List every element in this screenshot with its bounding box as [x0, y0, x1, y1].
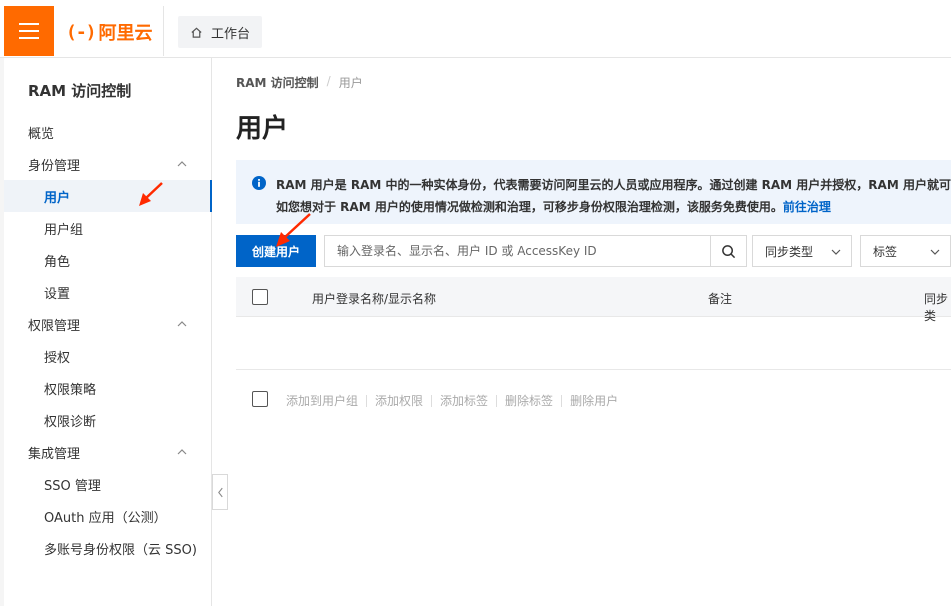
menu-line — [19, 23, 39, 25]
sidebar-collapse-handle[interactable] — [212, 474, 228, 510]
sidebar-item-overview[interactable]: 概览 — [4, 116, 211, 148]
main-content: RAM 访问控制 / 用户 用户 RAM 用户是 RAM 中的一种实体身份，代表… — [212, 58, 951, 606]
sidebar-item-permission-diagnosis[interactable]: 权限诊断 — [4, 404, 211, 436]
batch-actions: 添加到用户组 添加权限 添加标签 删除标签 删除用户 — [286, 392, 618, 409]
search-box — [324, 235, 747, 267]
search-input[interactable] — [325, 236, 711, 266]
breadcrumb-separator: / — [326, 74, 331, 88]
divider — [431, 394, 433, 407]
sidebar: RAM 访问控制 概览 身份管理 用户 用户组 角色 设置 权限管理 授权 权限… — [4, 58, 212, 606]
chevron-up-icon — [177, 321, 187, 327]
add-tag-button[interactable]: 添加标签 — [440, 392, 488, 409]
add-permission-button[interactable]: 添加权限 — [375, 392, 423, 409]
workbench-label: 工作台 — [211, 26, 251, 42]
aliyun-logo[interactable]: (-) 阿里云 — [66, 18, 153, 46]
tag-label: 标签 — [873, 244, 898, 259]
tag-select[interactable]: 标签 — [860, 235, 951, 267]
sidebar-group-permissions[interactable]: 权限管理 — [4, 308, 211, 340]
home-icon — [191, 27, 202, 38]
chevron-up-icon — [177, 161, 187, 167]
search-button[interactable] — [710, 236, 746, 266]
select-all-checkbox[interactable] — [252, 289, 268, 305]
sidebar-item-user-groups[interactable]: 用户组 — [4, 212, 211, 244]
sidebar-item-label: 集成管理 — [28, 446, 81, 462]
sidebar-item-label: 授权 — [44, 350, 71, 366]
sidebar-item-label: 身份管理 — [28, 158, 81, 174]
sidebar-item-users[interactable]: 用户 — [4, 180, 212, 212]
hamburger-menu-button[interactable] — [4, 6, 54, 56]
chevron-down-icon — [930, 249, 940, 255]
breadcrumb-current: 用户 — [338, 76, 363, 90]
add-to-group-button[interactable]: 添加到用户组 — [286, 392, 358, 409]
top-bar: (-) 阿里云 工作台 — [0, 0, 951, 58]
chevron-up-icon — [177, 449, 187, 455]
create-user-button[interactable]: 创建用户 — [236, 235, 316, 267]
menu-line — [19, 37, 39, 39]
batch-select-checkbox[interactable] — [252, 391, 268, 407]
table-header: 用户登录名称/显示名称 备注 同步类 — [236, 277, 951, 323]
breadcrumb: RAM 访问控制 / 用户 — [236, 74, 363, 91]
column-header-username[interactable]: 用户登录名称/显示名称 — [312, 290, 436, 307]
notice-text-line-2: 如您想对于 RAM 用户的使用情况做检测和治理，可移步身份权限治理检测，该服务免… — [276, 196, 951, 218]
search-icon — [722, 244, 736, 258]
table-divider — [236, 369, 951, 370]
sidebar-item-label: 设置 — [44, 286, 71, 302]
sidebar-item-label: 多账号身份权限（云 SSO) — [44, 542, 197, 558]
workbench-button[interactable]: 工作台 — [178, 16, 263, 48]
sidebar-item-label: 概览 — [28, 126, 55, 142]
governance-link[interactable]: 前往治理 — [783, 200, 831, 214]
sidebar-item-label: OAuth 应用（公测） — [44, 510, 167, 526]
page-title: 用户 — [236, 114, 289, 144]
sidebar-item-sso[interactable]: SSO 管理 — [4, 468, 211, 500]
chevron-down-icon — [831, 249, 841, 255]
toolbar: 创建用户 同步类型 标签 — [236, 235, 951, 267]
info-notice: RAM 用户是 RAM 中的一种实体身份，代表需要访问阿里云的人员或应用程序。通… — [236, 160, 951, 224]
product-title: RAM 访问控制 — [28, 82, 132, 100]
sidebar-item-label: 权限管理 — [28, 318, 81, 334]
sidebar-item-label: 权限策略 — [44, 382, 97, 398]
divider — [561, 394, 563, 407]
sidebar-item-label: 权限诊断 — [44, 414, 97, 430]
sync-type-select[interactable]: 同步类型 — [752, 235, 852, 267]
logo-mark: (-) — [66, 21, 96, 43]
sidebar-item-roles[interactable]: 角色 — [4, 244, 211, 276]
notice-text: 如您想对于 RAM 用户的使用情况做检测和治理，可移步身份权限治理检测，该服务免… — [276, 200, 783, 214]
top-divider — [163, 6, 164, 56]
menu-line — [19, 30, 39, 32]
sidebar-item-label: 角色 — [44, 254, 71, 270]
info-icon — [252, 176, 266, 190]
notice-text-line-1: RAM 用户是 RAM 中的一种实体身份，代表需要访问阿里云的人员或应用程序。通… — [276, 178, 951, 192]
sidebar-item-oauth-apps[interactable]: OAuth 应用（公测） — [4, 500, 211, 532]
sidebar-item-policies[interactable]: 权限策略 — [4, 372, 211, 404]
divider — [366, 394, 368, 407]
logo-text: 阿里云 — [98, 23, 153, 44]
sidebar-item-cloud-sso[interactable]: 多账号身份权限（云 SSO) — [4, 532, 211, 564]
breadcrumb-root-link[interactable]: RAM 访问控制 — [236, 74, 319, 91]
column-header-sync[interactable]: 同步类 — [924, 290, 951, 324]
sidebar-item-label: 用户组 — [44, 222, 84, 238]
sidebar-group-identity[interactable]: 身份管理 — [4, 148, 211, 180]
sidebar-item-label: 用户 — [44, 190, 71, 206]
sidebar-item-settings[interactable]: 设置 — [4, 276, 211, 308]
sidebar-item-grants[interactable]: 授权 — [4, 340, 211, 372]
chevron-left-icon — [217, 487, 223, 497]
delete-user-button[interactable]: 删除用户 — [570, 392, 618, 409]
divider — [496, 394, 498, 407]
sidebar-item-label: SSO 管理 — [44, 478, 101, 494]
column-header-remark[interactable]: 备注 — [708, 290, 732, 307]
sidebar-nav: 概览 身份管理 用户 用户组 角色 设置 权限管理 授权 权限策略 权限诊断 集… — [4, 116, 212, 564]
delete-tag-button[interactable]: 删除标签 — [505, 392, 553, 409]
sync-type-label: 同步类型 — [765, 244, 814, 259]
sidebar-group-integration[interactable]: 集成管理 — [4, 436, 211, 468]
